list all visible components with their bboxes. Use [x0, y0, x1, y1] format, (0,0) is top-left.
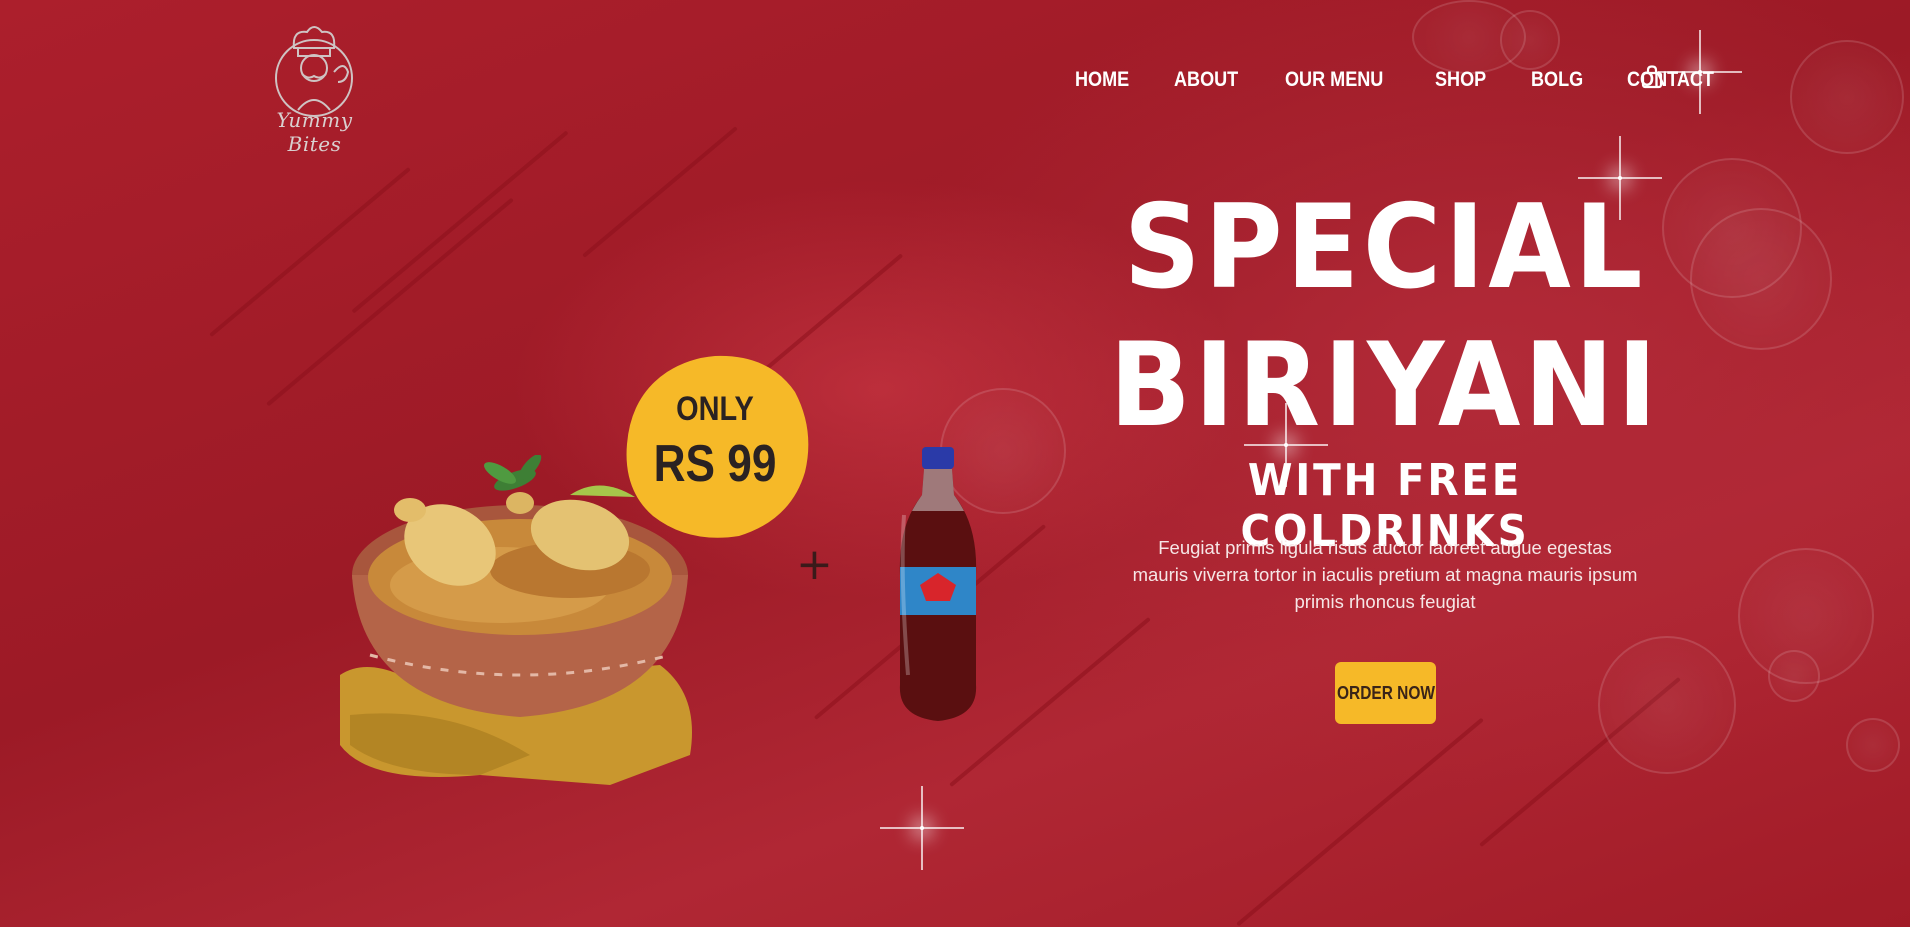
brush-stroke — [266, 197, 514, 407]
brush-stroke — [351, 130, 569, 314]
nav-link-home[interactable]: HOME — [1075, 68, 1129, 92]
brand-name: Yummy Bites — [276, 108, 353, 156]
order-now-button[interactable]: ORDER NOW — [1335, 662, 1436, 724]
bokeh-circle — [1598, 636, 1736, 774]
brush-stroke — [582, 126, 738, 258]
hero-title: SPECIAL BIRIYANI — [1080, 190, 1690, 444]
badge-price: RS 99 — [653, 435, 777, 493]
price-badge: ONLY RS 99 — [619, 352, 811, 542]
nav-link-blog[interactable]: BOLG — [1531, 68, 1583, 92]
badge-label: ONLY — [676, 390, 754, 428]
hero-title-line2: BIRIYANI — [1109, 318, 1661, 453]
order-now-label: ORDER NOW — [1336, 682, 1435, 703]
hero-title-line1: SPECIAL — [1123, 180, 1647, 315]
shopping-bag-icon — [1641, 65, 1663, 89]
hero-section: Yummy Bites HOME ABOUT OUR MENU SHOP BOL… — [0, 0, 1910, 927]
brush-stroke — [1236, 717, 1484, 927]
nav-link-about[interactable]: ABOUT — [1174, 68, 1238, 92]
nav-link-shop[interactable]: SHOP — [1435, 68, 1486, 92]
bokeh-circle — [1790, 40, 1904, 154]
cart-button[interactable] — [1641, 65, 1663, 89]
bokeh-circle — [1768, 650, 1820, 702]
sparkle — [880, 786, 964, 870]
nav-link-our-menu[interactable]: OUR MENU — [1285, 68, 1383, 92]
cola-bottle-image — [890, 445, 986, 725]
hero-description: Feugiat primis ligula risus auctor laore… — [1132, 537, 1638, 612]
plus-symbol: + — [796, 539, 833, 590]
bokeh-circle — [1846, 718, 1900, 772]
brand-logo[interactable]: Yummy Bites — [252, 20, 377, 156]
page-bottom-edge — [0, 927, 1910, 935]
chef-logo-icon — [275, 26, 353, 117]
bokeh-circle — [1690, 208, 1832, 350]
